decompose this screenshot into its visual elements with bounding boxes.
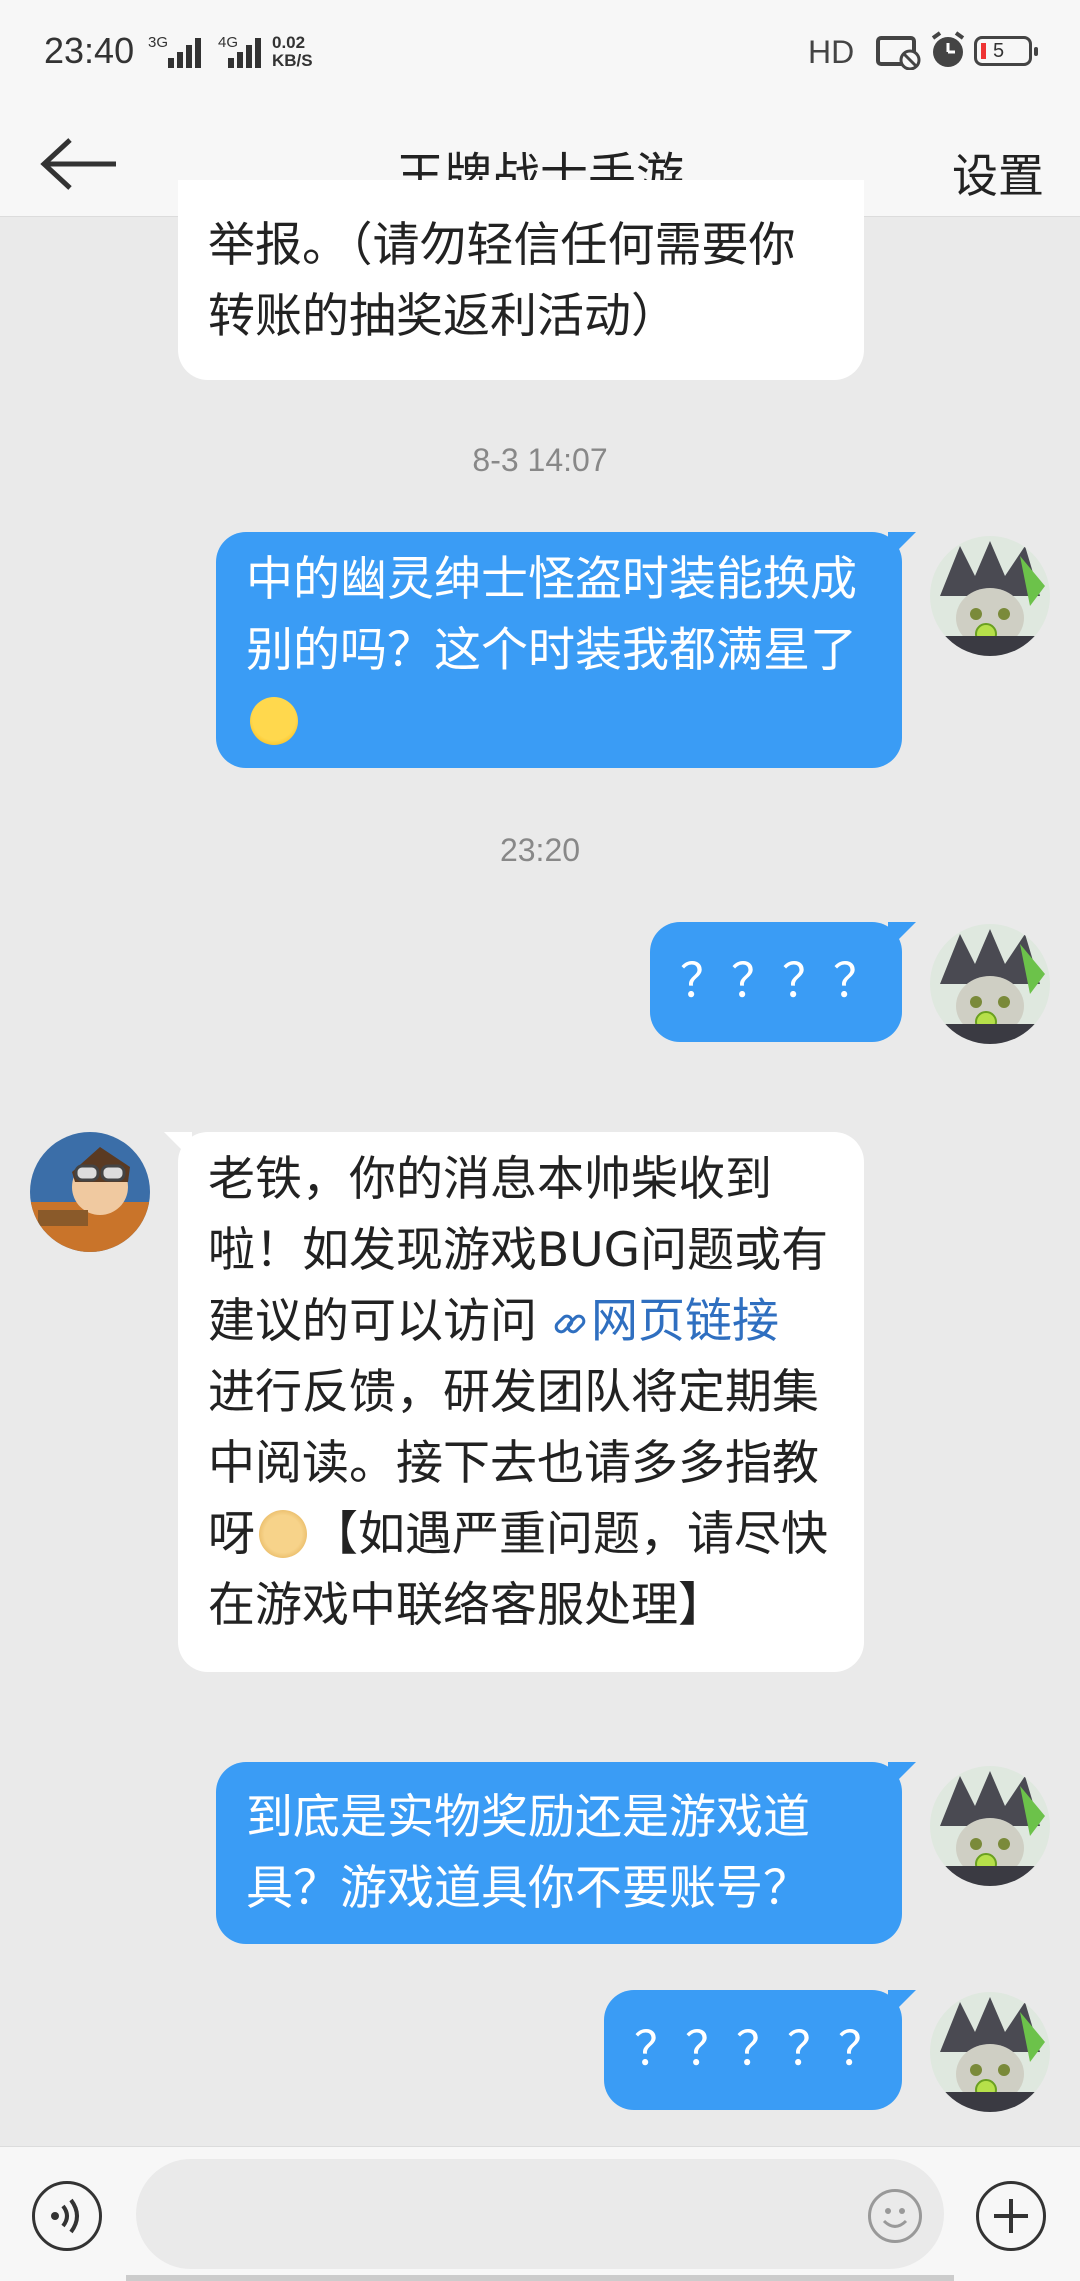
message-timestamp: 8-3 14:07 bbox=[472, 442, 608, 478]
message-outgoing[interactable]: ？？？？ bbox=[650, 922, 916, 1042]
doge-emoji-icon bbox=[259, 1510, 307, 1558]
message-text: 到底是实物奖励还是游戏道具？游戏道具你不要账号？ bbox=[246, 1790, 810, 1916]
avatar[interactable] bbox=[930, 924, 1050, 1044]
message-outgoing[interactable]: 到底是实物奖励还是游戏道具？游戏道具你不要账号？ bbox=[216, 1762, 916, 1944]
status-bar: 23:40 3G 4G 0.02 KB/S HD 5 bbox=[0, 0, 1080, 110]
shy-face-emoji-icon bbox=[250, 697, 298, 745]
battery-icon: 5 bbox=[974, 36, 1038, 66]
input-bar bbox=[0, 2146, 1080, 2281]
signal-icon bbox=[168, 38, 208, 68]
message-outgoing[interactable]: 中的幽灵绅士怪盗时装能换成别的吗？这个时装我都满星了 bbox=[216, 532, 916, 768]
message-text: 举报。（请勿轻信任何需要你转账的抽奖返利活动） bbox=[208, 218, 796, 344]
avatar[interactable] bbox=[930, 536, 1050, 656]
settings-button[interactable]: 设置 bbox=[952, 140, 1044, 206]
network-3g-label: 3G bbox=[148, 34, 169, 51]
speed-value: 0.02 bbox=[272, 33, 306, 52]
plus-icon[interactable] bbox=[976, 2181, 1046, 2251]
link-text[interactable]: 网页链接 bbox=[591, 1294, 779, 1349]
message-text: ？？？？ bbox=[680, 954, 884, 1009]
voice-icon[interactable] bbox=[32, 2181, 102, 2251]
gesture-bar bbox=[126, 2275, 954, 2281]
message-timestamp: 23:20 bbox=[499, 832, 581, 868]
battery-level: 5 bbox=[993, 40, 1005, 62]
message-text: ？？？？？ bbox=[634, 2022, 889, 2077]
web-link[interactable]: 网页链接 bbox=[537, 1294, 779, 1349]
message-text: 中的幽灵绅士怪盗时装能换成别的吗？这个时装我都满星了 bbox=[246, 552, 857, 678]
avatar[interactable] bbox=[930, 1992, 1050, 2112]
smile-icon[interactable] bbox=[868, 2189, 922, 2243]
network-speed: 0.02 KB/S bbox=[272, 34, 313, 70]
cast-icon bbox=[876, 36, 921, 70]
message-outgoing[interactable]: ？？？？？ bbox=[604, 1990, 916, 2110]
alarm-icon bbox=[931, 31, 965, 67]
bot-avatar[interactable] bbox=[30, 1132, 150, 1252]
status-time: 23:40 bbox=[44, 30, 135, 71]
speed-unit: KB/S bbox=[272, 51, 313, 70]
avatar[interactable] bbox=[930, 1766, 1050, 1886]
message-incoming[interactable]: 老铁，你的消息本帅柴收到啦！如发现游戏BUG问题或有建议的可以访问 网页链接 进行反… bbox=[164, 1132, 864, 1672]
link-icon bbox=[554, 1314, 586, 1334]
message-input[interactable] bbox=[136, 2159, 944, 2269]
signal-icon-2 bbox=[228, 38, 268, 68]
message-incoming[interactable]: 举报。（请勿轻信任何需要你转账的抽奖返利活动） bbox=[178, 180, 864, 380]
hd-indicator: HD bbox=[808, 34, 855, 70]
